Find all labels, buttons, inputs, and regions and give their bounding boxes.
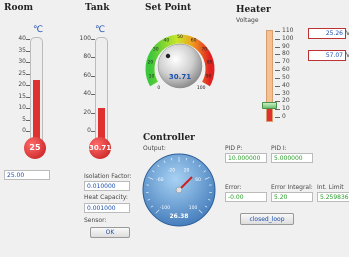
knob-tick-label: 100 <box>197 85 206 91</box>
pid-p-input[interactable]: 10.000000 <box>225 153 267 163</box>
scale-label: 40 <box>18 35 26 42</box>
tank-unit: ℃ <box>95 25 106 35</box>
heater-scale-tick <box>275 109 280 111</box>
room-bulb: 25 <box>24 137 46 159</box>
heater-scale-tick <box>275 101 280 103</box>
scale-label: 35 <box>18 46 26 54</box>
heater-scale-label: 110 <box>282 27 294 34</box>
gauge-tick-label: -20 <box>168 167 175 173</box>
room-setpoint-input[interactable]: 25.00 <box>4 170 50 180</box>
room-thermometer-tube <box>30 37 43 147</box>
tank-bulb: 30.71 <box>89 137 111 159</box>
heater-scale-label: 40 <box>282 81 290 89</box>
knob-tick-label: 90 <box>206 73 212 79</box>
knob-tick-label: 70 <box>201 46 207 52</box>
pid-i-label: PID I: <box>271 145 287 152</box>
heater-scale-tick <box>275 117 280 118</box>
gauge-tick-label: -60 <box>156 177 163 183</box>
scale-label: 100 <box>79 35 91 42</box>
heater-scale-tick <box>275 77 280 79</box>
scale-label: 80 <box>83 53 91 61</box>
scale-label: 40 <box>83 90 91 98</box>
heater-scale-label: 20 <box>282 97 290 105</box>
scale-label: 25 <box>18 69 26 77</box>
room-title: Room <box>4 3 34 13</box>
gauge-tick-label: -100 <box>160 205 170 211</box>
knob-tick-label: 0 <box>157 85 160 91</box>
heater-scale-label: 10 <box>282 105 290 113</box>
heater-scale-tick <box>275 70 280 72</box>
heat-capacity-input[interactable]: 0.001000 <box>84 203 130 213</box>
setpoint-value: 30.71 <box>169 73 191 81</box>
heater-scale-label: 50 <box>282 73 290 81</box>
knob-indicator <box>165 53 171 59</box>
error-integral-label: Error Integral: <box>271 184 313 191</box>
heater-scale-label: 60 <box>282 66 290 74</box>
gauge-tick-label: 100 <box>189 205 198 211</box>
heat-capacity-label: Heat Capacity: <box>84 194 128 201</box>
scale-label: 60 <box>83 71 91 79</box>
scale-label: 30 <box>18 58 26 65</box>
knob-tick-label: 50 <box>177 34 183 40</box>
scale-label: 15 <box>18 92 26 100</box>
heater-scale-tick <box>275 85 280 87</box>
heater-scale-tick <box>275 54 280 56</box>
knob-tick-label: 60 <box>191 37 197 43</box>
isolation-input[interactable]: 0.010000 <box>84 181 130 191</box>
pid-i-input[interactable]: 5.000000 <box>271 153 313 163</box>
heater-scale-label: 0 <box>282 113 286 120</box>
heater-readout-1: 25.26 <box>308 28 346 39</box>
heater-scale-label: 100 <box>282 34 294 42</box>
setpoint-knob[interactable]: 010 20 30 40 50 60 70 80 90100 30.71 <box>140 18 220 108</box>
main-panel: Room ℃ 40 35 30 25 20 15 10 5 0 25 25.00 Tank ℃ … <box>0 0 349 257</box>
scale-label: 5 <box>22 115 26 123</box>
heater-scale-label: 80 <box>282 50 290 58</box>
gauge-tick-label: 20 <box>184 167 190 173</box>
knob-tick-label: 20 <box>148 59 154 65</box>
gauge-value: 26.38 <box>170 213 189 220</box>
int-limit-input[interactable]: 5.259836 <box>317 192 349 202</box>
knob-body[interactable] <box>157 43 203 89</box>
scale-label: 0 <box>87 127 91 134</box>
knob-tick-label: 40 <box>164 37 170 43</box>
heater-scale-tick <box>275 46 280 48</box>
knob-tick-label: 30 <box>153 46 159 52</box>
closed-loop-button[interactable]: closed_loop <box>240 213 294 225</box>
tank-thermometer-tube <box>95 37 108 147</box>
room-unit: ℃ <box>33 25 44 35</box>
output-gauge: -60 -20 20 60 -100 100 26.38 <box>142 153 216 227</box>
heater-scale-tick <box>275 62 280 64</box>
scale-label: 20 <box>83 108 91 116</box>
controller-title: Controller <box>143 133 195 143</box>
setpoint-title: Set Point <box>145 3 192 13</box>
tank-title: Tank <box>85 3 110 13</box>
sensor-label: Sensor: <box>84 217 107 224</box>
heater-readout-2: 57.07 <box>308 50 346 61</box>
isolation-label: Isolation Factor: <box>84 173 132 180</box>
voltage-slider-thumb[interactable] <box>262 101 277 109</box>
heater-scale-tick <box>275 93 280 95</box>
heater-scale-tick <box>275 31 280 32</box>
heater-scale-label: 70 <box>282 58 290 66</box>
heater-scale-tick <box>275 38 280 40</box>
knob-tick-label: 10 <box>149 73 155 79</box>
int-limit-label: Int. Limit <box>317 184 344 191</box>
voltage-label: Voltage <box>236 17 259 24</box>
error-field: -0.00 <box>225 192 267 202</box>
scale-label: 0 <box>22 127 26 134</box>
heater-scale-label: 90 <box>282 42 290 50</box>
gauge-hub <box>175 186 183 194</box>
ok-button[interactable]: OK <box>90 227 130 238</box>
gauge-tick-label: 60 <box>195 177 201 183</box>
heater-title: Heater <box>236 5 271 15</box>
scale-label: 10 <box>18 104 26 111</box>
heater-scale-label: 30 <box>282 89 290 97</box>
pid-p-label: PID P: <box>225 145 243 152</box>
knob-tick-label: 80 <box>207 59 213 65</box>
error-label: Error: <box>225 184 242 191</box>
scale-label: 20 <box>18 81 26 88</box>
error-integral-field: 5.20 <box>271 192 313 202</box>
